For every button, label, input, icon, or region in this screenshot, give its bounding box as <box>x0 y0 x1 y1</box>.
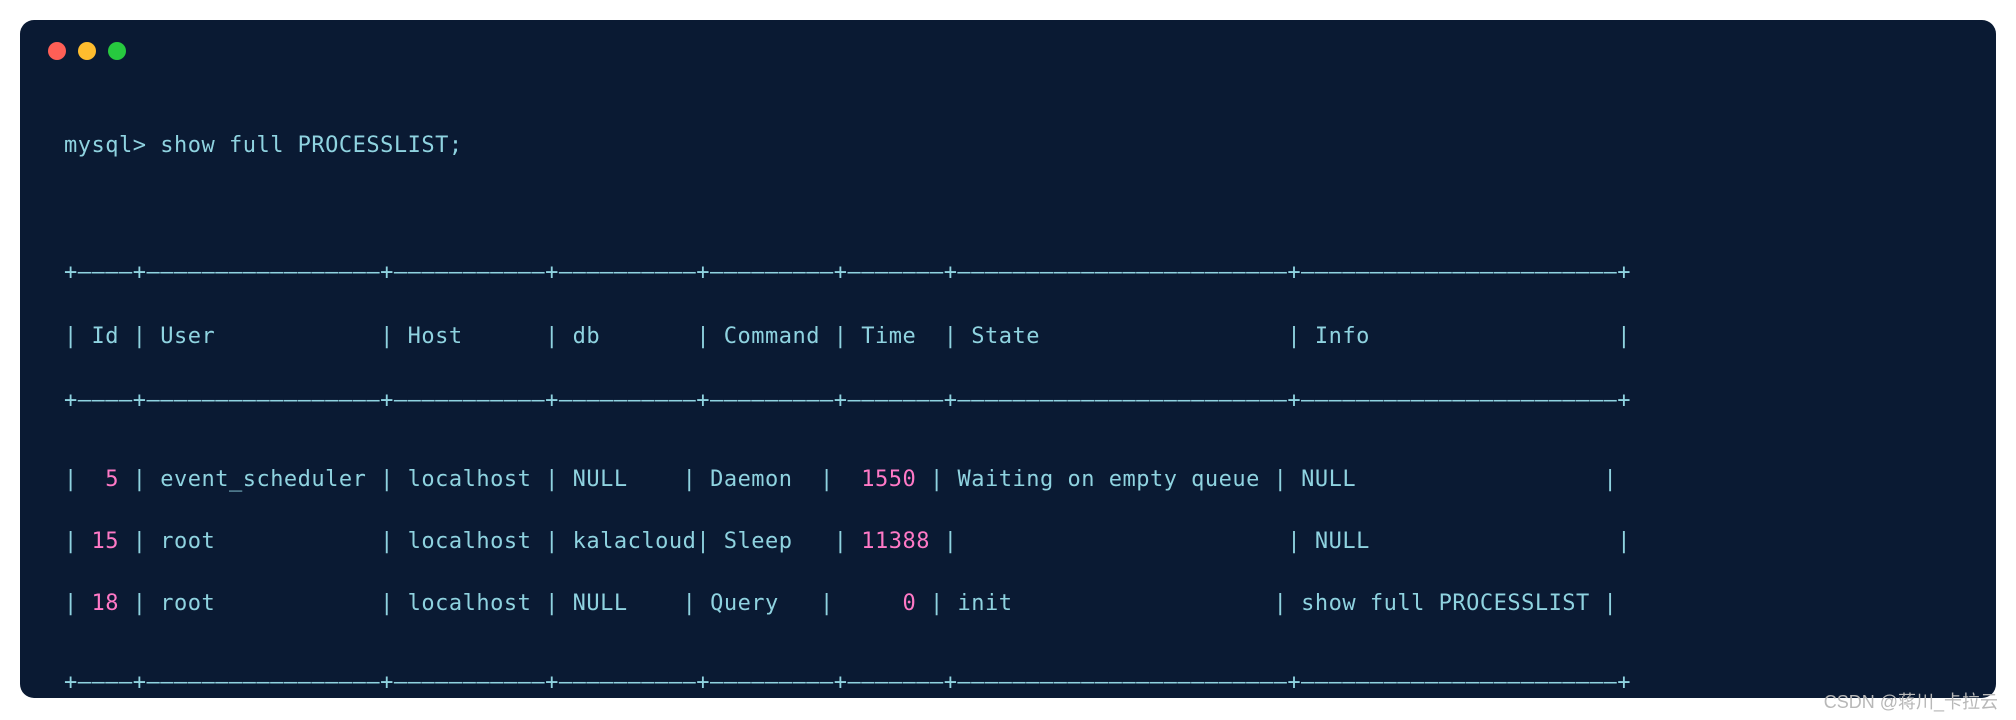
table-border-bottom: +————+—————————————————+———————————+————… <box>64 667 1956 698</box>
window-controls <box>20 20 1996 70</box>
table-border-mid: +————+—————————————————+———————————+————… <box>64 385 1956 417</box>
terminal-window: mysql> show full PROCESSLIST; +————+————… <box>20 20 1996 698</box>
command-input[interactable]: show full PROCESSLIST; <box>160 133 462 158</box>
close-icon[interactable] <box>48 42 66 60</box>
minimize-icon[interactable] <box>78 42 96 60</box>
table-row: | 18 | root | localhost | NULL | Query |… <box>64 573 1956 635</box>
terminal-content: mysql> show full PROCESSLIST; +————+————… <box>20 70 1996 698</box>
shell-prompt: mysql> <box>64 133 146 158</box>
table-row: | 15 | root | localhost | kalacloud| Sle… <box>64 511 1956 573</box>
maximize-icon[interactable] <box>108 42 126 60</box>
table-header-row: | Id | User | Host | db | Command | Time… <box>64 321 1956 353</box>
table-border-top: +————+—————————————————+———————————+————… <box>64 257 1956 289</box>
table-row: | 5 | event_scheduler | localhost | NULL… <box>64 449 1956 511</box>
watermark: CSDN @蒋川_卡拉云 <box>1824 688 1998 714</box>
